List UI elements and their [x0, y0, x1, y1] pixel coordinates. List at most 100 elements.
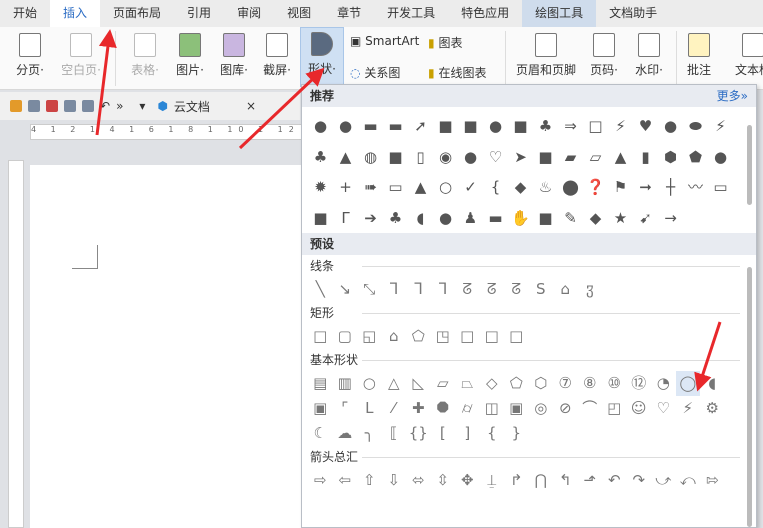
shape-icon[interactable]: ╲: [308, 277, 333, 302]
shape-icon[interactable]: ◎: [529, 396, 554, 421]
table-button[interactable]: 表格·: [124, 29, 166, 78]
tab-2[interactable]: 页面布局: [100, 0, 174, 27]
shape-icon[interactable]: ▬: [383, 111, 408, 141]
shape-icon[interactable]: ↱: [504, 468, 529, 493]
shape-icon[interactable]: ▭: [383, 172, 408, 202]
shape-icon[interactable]: ▲: [333, 142, 358, 172]
shape-icon[interactable]: ↷: [627, 468, 652, 493]
shape-icon[interactable]: ⇦: [333, 468, 358, 493]
shape-icon[interactable]: ➤: [508, 142, 533, 172]
screenshot-button[interactable]: 截屏·: [257, 29, 297, 78]
shape-icon[interactable]: ⑧: [578, 371, 603, 396]
redo-icon[interactable]: »: [116, 99, 123, 113]
shape-icon[interactable]: ⌂: [553, 277, 578, 302]
shape-icon[interactable]: ➚: [408, 111, 433, 141]
shape-icon[interactable]: ⑩: [602, 371, 627, 396]
shape-icon[interactable]: ◱: [357, 324, 382, 349]
shape-icon[interactable]: ⯃: [431, 396, 456, 421]
shape-icon[interactable]: ➹: [633, 203, 658, 233]
shape-icon[interactable]: ●: [483, 111, 508, 141]
shape-icon[interactable]: ᘔ: [455, 277, 480, 302]
shape-icon[interactable]: ⌂: [382, 324, 407, 349]
gallery-button[interactable]: 图库·: [214, 29, 254, 78]
shape-icon[interactable]: ◫: [480, 396, 505, 421]
shape-icon[interactable]: ▱: [583, 142, 608, 172]
shape-icon[interactable]: ⬤: [558, 172, 583, 202]
shape-icon[interactable]: ■: [458, 111, 483, 141]
tab-1[interactable]: 插入: [50, 0, 101, 27]
shape-icon[interactable]: ■: [533, 203, 558, 233]
shape-icon[interactable]: ♣: [383, 203, 408, 233]
shape-icon[interactable]: ☁: [333, 421, 358, 446]
shape-icon[interactable]: ⇒: [558, 111, 583, 141]
shape-icon[interactable]: ⤻: [651, 468, 676, 493]
shape-icon[interactable]: ▰: [558, 142, 583, 172]
shape-icon[interactable]: ♥: [633, 111, 658, 141]
preview-icon[interactable]: [82, 100, 94, 112]
header-footer-button[interactable]: 页眉和页脚: [512, 29, 580, 78]
shape-icon[interactable]: ⬬: [683, 111, 708, 141]
shape-icon[interactable]: ⊘: [553, 396, 578, 421]
shape-icon[interactable]: ▣: [308, 396, 333, 421]
shape-icon[interactable]: ○: [433, 172, 458, 202]
shape-icon[interactable]: △: [382, 371, 407, 396]
shape-icon[interactable]: →: [658, 203, 683, 233]
shape-icon[interactable]: □: [455, 324, 480, 349]
shape-icon[interactable]: +: [333, 172, 358, 202]
shape-icon[interactable]: ♣: [308, 142, 333, 172]
shape-icon[interactable]: ᘔ: [480, 277, 505, 302]
open-icon[interactable]: [10, 100, 22, 112]
watermark-button[interactable]: 水印·: [628, 29, 670, 78]
shape-icon[interactable]: ]: [455, 421, 480, 446]
shape-icon[interactable]: {: [483, 172, 508, 202]
shape-icon[interactable]: ▭: [708, 172, 733, 202]
shape-icon[interactable]: ♡: [651, 396, 676, 421]
shape-icon[interactable]: ◆: [583, 203, 608, 233]
shape-icon[interactable]: ❓: [583, 172, 608, 202]
shape-icon[interactable]: ◯: [675, 371, 700, 396]
smartart-button[interactable]: ▣ SmartArt: [350, 34, 419, 48]
shape-icon[interactable]: [: [431, 421, 456, 446]
shape-icon[interactable]: ⍊: [480, 468, 505, 493]
tab-4[interactable]: 审阅: [224, 0, 274, 27]
shape-icon[interactable]: ⬟: [683, 142, 708, 172]
document-page[interactable]: [30, 165, 302, 528]
scrollbar[interactable]: [747, 125, 752, 205]
shape-icon[interactable]: ◔: [651, 371, 676, 396]
shape-icon[interactable]: ➞: [633, 172, 658, 202]
shape-icon[interactable]: ⚡: [676, 396, 701, 421]
shape-icon[interactable]: ■: [508, 111, 533, 141]
shape-icon[interactable]: ▢: [333, 324, 358, 349]
shape-icon[interactable]: ᒣ: [382, 277, 407, 302]
shape-icon[interactable]: ▬: [483, 203, 508, 233]
shape-icon[interactable]: {}: [406, 421, 431, 446]
horizontal-ruler[interactable]: 4 1 2 1 4 1 6 1 8 1 10 1 12: [30, 124, 302, 140]
shape-icon[interactable]: S: [529, 277, 554, 302]
shape-icon[interactable]: ◳: [431, 324, 456, 349]
tab-5[interactable]: 视图: [274, 0, 324, 27]
shape-icon[interactable]: ♣: [533, 111, 558, 141]
shape-icon[interactable]: □: [308, 324, 333, 349]
shape-icon[interactable]: ▤: [308, 371, 333, 396]
shape-icon[interactable]: {: [480, 421, 505, 446]
page-number-button[interactable]: 页码·: [584, 29, 624, 78]
shape-icon[interactable]: ↰: [553, 468, 578, 493]
shape-icon[interactable]: ⟦: [382, 421, 407, 446]
shape-icon[interactable]: □: [504, 324, 529, 349]
shape-icon[interactable]: □: [583, 111, 608, 141]
pdf-icon[interactable]: [46, 100, 58, 112]
shape-icon[interactable]: ➔: [358, 203, 383, 233]
shape-icon[interactable]: ▣: [504, 396, 529, 421]
shape-icon[interactable]: ✚: [406, 396, 431, 421]
tab-9[interactable]: 绘图工具: [522, 0, 597, 27]
shape-icon[interactable]: ✥: [455, 468, 480, 493]
shape-icon[interactable]: ♡: [483, 142, 508, 172]
shape-icon[interactable]: ♟: [458, 203, 483, 233]
shape-icon[interactable]: ⬠: [504, 371, 529, 396]
shape-icon[interactable]: ◺: [406, 371, 431, 396]
shape-icon[interactable]: ▲: [608, 142, 633, 172]
shape-icon[interactable]: □: [480, 324, 505, 349]
cloud-doc-tab[interactable]: 云文档: [174, 98, 210, 115]
scrollbar[interactable]: [747, 267, 752, 527]
shape-icon[interactable]: ☺: [627, 396, 652, 421]
